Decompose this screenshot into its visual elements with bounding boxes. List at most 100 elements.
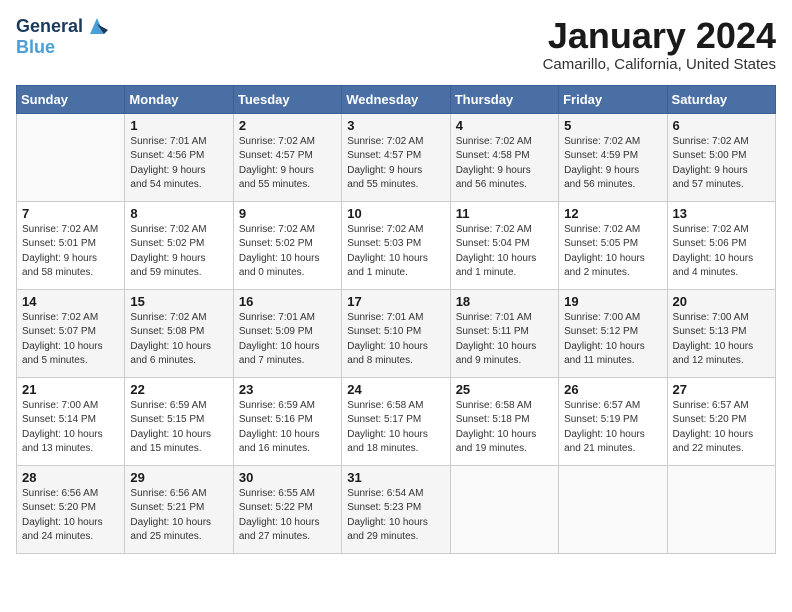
weekday-header-friday: Friday bbox=[559, 85, 667, 113]
day-info: Sunrise: 6:56 AMSunset: 5:21 PMDaylight:… bbox=[130, 487, 227, 545]
day-number: 12 bbox=[564, 206, 661, 221]
calendar-cell: 14Sunrise: 7:02 AMSunset: 5:07 PMDayligh… bbox=[17, 289, 125, 377]
calendar-cell: 6Sunrise: 7:02 AMSunset: 5:00 PMDaylight… bbox=[667, 113, 775, 201]
logo: General Blue bbox=[16, 16, 108, 58]
calendar-cell bbox=[667, 465, 775, 553]
day-number: 10 bbox=[347, 206, 444, 221]
day-number: 6 bbox=[673, 118, 770, 133]
day-info: Sunrise: 7:00 AMSunset: 5:12 PMDaylight:… bbox=[564, 311, 661, 369]
day-info: Sunrise: 7:02 AMSunset: 5:01 PMDaylight:… bbox=[22, 223, 119, 281]
calendar-cell bbox=[450, 465, 558, 553]
calendar-cell: 21 Sunrise: 7:00 AMSunset: 5:14 PMDayligh… bbox=[17, 377, 125, 465]
day-info: Sunrise: 6:55 AMSunset: 5:22 PMDaylight:… bbox=[239, 487, 336, 545]
weekday-header-row: SundayMondayTuesdayWednesdayThursdayFrid… bbox=[17, 85, 776, 113]
day-info: Sunrise: 6:54 AMSunset: 5:23 PMDaylight:… bbox=[347, 487, 444, 545]
day-info: Sunrise: 6:59 AMSunset: 5:16 PMDaylight:… bbox=[239, 399, 336, 457]
day-info: Sunrise: 7:01 AMSunset: 5:10 PMDaylight:… bbox=[347, 311, 444, 369]
day-number: 4 bbox=[456, 118, 553, 133]
calendar-cell: 24 Sunrise: 6:58 AMSunset: 5:17 PMDayligh… bbox=[342, 377, 450, 465]
day-number: 23 bbox=[239, 382, 336, 397]
day-info: Sunrise: 7:02 AMSunset: 5:06 PMDaylight:… bbox=[673, 223, 770, 281]
day-info: Sunrise: 6:56 AMSunset: 5:20 PMDaylight:… bbox=[22, 487, 119, 545]
day-number: 19 bbox=[564, 294, 661, 309]
day-number: 20 bbox=[673, 294, 770, 309]
day-number: 1 bbox=[130, 118, 227, 133]
day-info: Sunrise: 7:00 AMSunset: 5:14 PMDaylight:… bbox=[22, 399, 119, 457]
calendar-week-1: 1 Sunrise: 7:01 AMSunset: 4:56 PMDaylight… bbox=[17, 113, 776, 201]
weekday-header-monday: Monday bbox=[125, 85, 233, 113]
title-block: January 2024 Camarillo, California, Unit… bbox=[543, 16, 776, 73]
month-title: January 2024 bbox=[543, 16, 776, 56]
day-info: Sunrise: 7:02 AMSunset: 5:08 PMDaylight:… bbox=[130, 311, 227, 369]
day-number: 17 bbox=[347, 294, 444, 309]
calendar-cell: 7 Sunrise: 7:02 AMSunset: 5:01 PMDaylight… bbox=[17, 201, 125, 289]
day-info: Sunrise: 6:57 AMSunset: 5:19 PMDaylight:… bbox=[564, 399, 661, 457]
day-info: Sunrise: 7:02 AMSunset: 5:05 PMDaylight:… bbox=[564, 223, 661, 281]
calendar-table: SundayMondayTuesdayWednesdayThursdayFrid… bbox=[16, 85, 776, 554]
calendar-cell: 23 Sunrise: 6:59 AMSunset: 5:16 PMDayligh… bbox=[233, 377, 341, 465]
day-number: 24 bbox=[347, 382, 444, 397]
calendar-week-4: 21 Sunrise: 7:00 AMSunset: 5:14 PMDayligh… bbox=[17, 377, 776, 465]
calendar-cell: 19 Sunrise: 7:00 AMSunset: 5:12 PMDayligh… bbox=[559, 289, 667, 377]
day-number: 3 bbox=[347, 118, 444, 133]
calendar-week-2: 7 Sunrise: 7:02 AMSunset: 5:01 PMDaylight… bbox=[17, 201, 776, 289]
calendar-week-5: 28Sunrise: 6:56 AMSunset: 5:20 PMDayligh… bbox=[17, 465, 776, 553]
day-number: 29 bbox=[130, 470, 227, 485]
weekday-header-tuesday: Tuesday bbox=[233, 85, 341, 113]
calendar-cell: 10 Sunrise: 7:02 AMSunset: 5:03 PMDayligh… bbox=[342, 201, 450, 289]
calendar-cell: 22 Sunrise: 6:59 AMSunset: 5:15 PMDayligh… bbox=[125, 377, 233, 465]
day-number: 15 bbox=[130, 294, 227, 309]
day-info: Sunrise: 7:02 AMSunset: 4:58 PMDaylight:… bbox=[456, 135, 553, 193]
page-header: General Blue January 2024 Camarillo, Cal… bbox=[16, 16, 776, 73]
day-number: 14 bbox=[22, 294, 119, 309]
day-info: Sunrise: 7:01 AMSunset: 5:11 PMDaylight:… bbox=[456, 311, 553, 369]
calendar-cell: 20 Sunrise: 7:00 AMSunset: 5:13 PMDayligh… bbox=[667, 289, 775, 377]
logo-text: General Blue bbox=[16, 16, 108, 58]
day-info: Sunrise: 6:58 AMSunset: 5:17 PMDaylight:… bbox=[347, 399, 444, 457]
day-info: Sunrise: 6:59 AMSunset: 5:15 PMDaylight:… bbox=[130, 399, 227, 457]
calendar-cell: 15 Sunrise: 7:02 AMSunset: 5:08 PMDayligh… bbox=[125, 289, 233, 377]
calendar-cell bbox=[559, 465, 667, 553]
day-info: Sunrise: 7:02 AMSunset: 4:57 PMDaylight:… bbox=[239, 135, 336, 193]
weekday-header-thursday: Thursday bbox=[450, 85, 558, 113]
weekday-header-sunday: Sunday bbox=[17, 85, 125, 113]
day-number: 5 bbox=[564, 118, 661, 133]
calendar-cell: 8 Sunrise: 7:02 AMSunset: 5:02 PMDaylight… bbox=[125, 201, 233, 289]
day-info: Sunrise: 6:57 AMSunset: 5:20 PMDaylight:… bbox=[673, 399, 770, 457]
calendar-cell: 16Sunrise: 7:01 AMSunset: 5:09 PMDayligh… bbox=[233, 289, 341, 377]
location-text: Camarillo, California, United States bbox=[543, 56, 776, 73]
day-number: 2 bbox=[239, 118, 336, 133]
day-number: 21 bbox=[22, 382, 119, 397]
day-info: Sunrise: 7:02 AMSunset: 5:03 PMDaylight:… bbox=[347, 223, 444, 281]
day-info: Sunrise: 7:02 AMSunset: 4:59 PMDaylight:… bbox=[564, 135, 661, 193]
day-number: 8 bbox=[130, 206, 227, 221]
day-number: 25 bbox=[456, 382, 553, 397]
day-number: 22 bbox=[130, 382, 227, 397]
calendar-cell: 4 Sunrise: 7:02 AMSunset: 4:58 PMDaylight… bbox=[450, 113, 558, 201]
calendar-cell: 30Sunrise: 6:55 AMSunset: 5:22 PMDayligh… bbox=[233, 465, 341, 553]
day-info: Sunrise: 7:02 AMSunset: 5:02 PMDaylight:… bbox=[130, 223, 227, 281]
calendar-cell: 11Sunrise: 7:02 AMSunset: 5:04 PMDayligh… bbox=[450, 201, 558, 289]
calendar-cell: 9Sunrise: 7:02 AMSunset: 5:02 PMDaylight… bbox=[233, 201, 341, 289]
calendar-cell: 1 Sunrise: 7:01 AMSunset: 4:56 PMDaylight… bbox=[125, 113, 233, 201]
day-number: 26 bbox=[564, 382, 661, 397]
day-number: 7 bbox=[22, 206, 119, 221]
weekday-header-wednesday: Wednesday bbox=[342, 85, 450, 113]
day-info: Sunrise: 7:00 AMSunset: 5:13 PMDaylight:… bbox=[673, 311, 770, 369]
calendar-cell: 27 Sunrise: 6:57 AMSunset: 5:20 PMDayligh… bbox=[667, 377, 775, 465]
calendar-week-3: 14Sunrise: 7:02 AMSunset: 5:07 PMDayligh… bbox=[17, 289, 776, 377]
calendar-cell: 18 Sunrise: 7:01 AMSunset: 5:11 PMDayligh… bbox=[450, 289, 558, 377]
day-number: 13 bbox=[673, 206, 770, 221]
day-number: 18 bbox=[456, 294, 553, 309]
calendar-cell bbox=[17, 113, 125, 201]
day-info: Sunrise: 7:02 AMSunset: 5:04 PMDaylight:… bbox=[456, 223, 553, 281]
calendar-cell: 31Sunrise: 6:54 AMSunset: 5:23 PMDayligh… bbox=[342, 465, 450, 553]
calendar-cell: 3 Sunrise: 7:02 AMSunset: 4:57 PMDaylight… bbox=[342, 113, 450, 201]
day-number: 16 bbox=[239, 294, 336, 309]
weekday-header-saturday: Saturday bbox=[667, 85, 775, 113]
calendar-cell: 29 Sunrise: 6:56 AMSunset: 5:21 PMDayligh… bbox=[125, 465, 233, 553]
calendar-cell: 12 Sunrise: 7:02 AMSunset: 5:05 PMDayligh… bbox=[559, 201, 667, 289]
day-info: Sunrise: 7:02 AMSunset: 4:57 PMDaylight:… bbox=[347, 135, 444, 193]
day-info: Sunrise: 7:01 AMSunset: 4:56 PMDaylight:… bbox=[130, 135, 227, 193]
day-number: 27 bbox=[673, 382, 770, 397]
